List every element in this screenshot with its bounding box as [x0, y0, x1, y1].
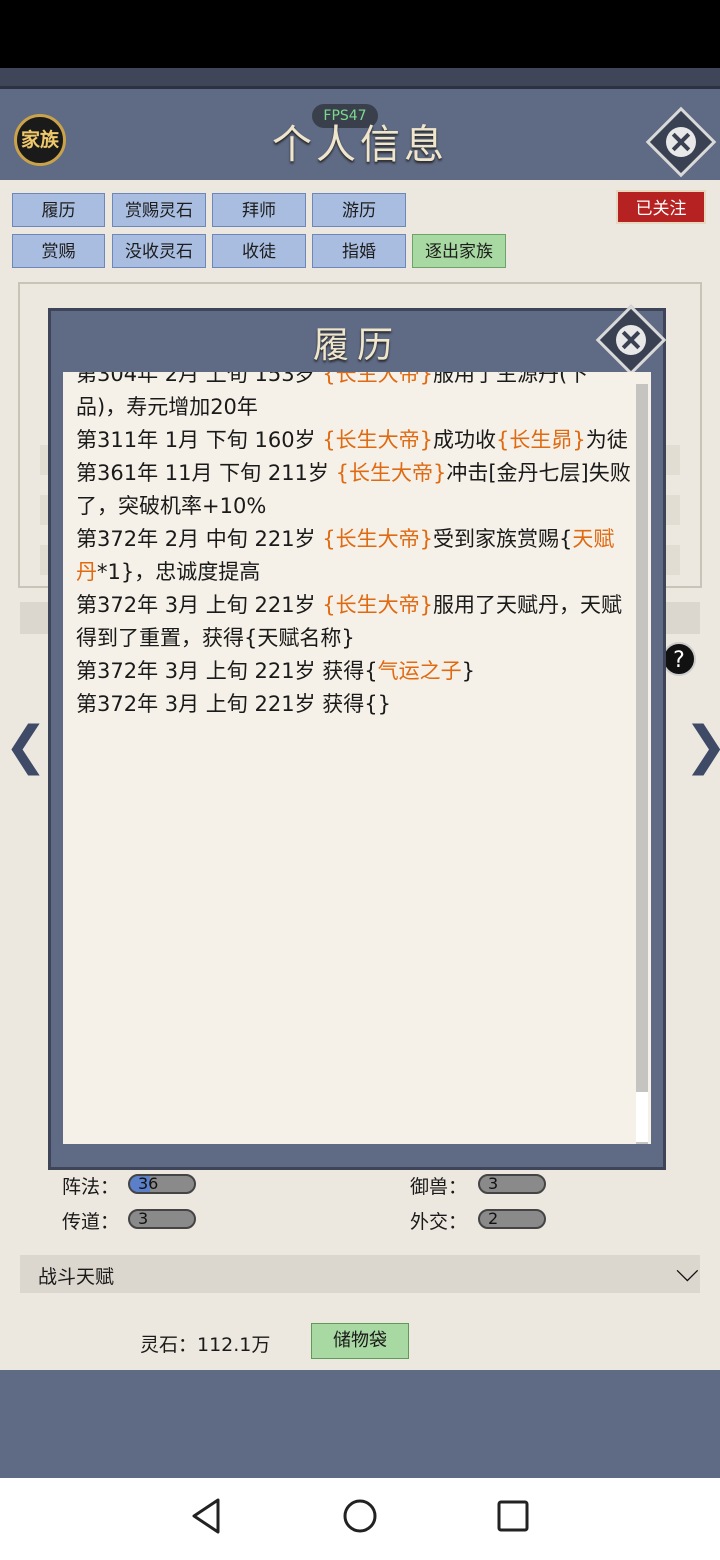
history-entry: 第372年 3月 上旬 221岁 获得{} — [76, 688, 631, 721]
entry-text: 受到家族赏赐{ — [432, 527, 573, 551]
formation-bar: 36 — [128, 1174, 196, 1194]
entry-text: 第372年 2月 中旬 221岁 — [76, 527, 323, 551]
storage-bag-button[interactable]: 储物袋 — [311, 1323, 409, 1359]
entry-text: 成功收 — [432, 428, 496, 452]
highlight-text: {长生大帝} — [322, 428, 433, 452]
highlight-text: {长生大帝} — [322, 593, 433, 617]
scrollbar-thumb[interactable] — [636, 1092, 648, 1142]
home-icon[interactable] — [342, 1496, 378, 1536]
highlight-text: 气运之子 — [377, 659, 462, 683]
highlight-text: {长生昴} — [495, 428, 586, 452]
scrollbar-track[interactable] — [636, 384, 648, 1144]
tab-take-disciple[interactable]: 收徒 — [212, 234, 306, 268]
diplomacy-label: 外交： — [410, 1211, 468, 1233]
status-area — [0, 0, 720, 68]
tab-reward-stones[interactable]: 赏赐灵石 — [112, 193, 206, 227]
modal-title: 履历 — [312, 325, 401, 366]
tab-travel[interactable]: 游历 — [312, 193, 406, 227]
recent-apps-icon[interactable] — [496, 1496, 530, 1536]
tab-confiscate-stones[interactable]: 没收灵石 — [112, 234, 206, 268]
expel-button[interactable]: 逐出家族 — [412, 234, 506, 268]
tab-apprentice[interactable]: 拜师 — [212, 193, 306, 227]
entry-text: 第311年 1月 下旬 160岁 — [76, 428, 323, 452]
beast-label: 御兽： — [410, 1176, 468, 1198]
help-icon[interactable]: ? — [662, 642, 696, 676]
spirit-stones-count: 灵石：112.1万 — [140, 1334, 271, 1356]
page-title: 个人信息 — [272, 122, 448, 168]
diplomacy-bar: 2 — [478, 1209, 546, 1229]
entry-text: 第361年 11月 下旬 211岁 — [76, 461, 336, 485]
tab-arrange-marriage[interactable]: 指婚 — [312, 234, 406, 268]
entry-text: *1}，忠诚度提高 — [97, 560, 261, 584]
highlight-text: {长生大帝} — [335, 461, 447, 485]
history-entry: 第372年 2月 中旬 221岁 {长生大帝}受到家族赏赐{天赋丹*1}，忠诚度… — [76, 523, 631, 589]
entry-text: 第372年 3月 上旬 221岁 获得{ — [76, 659, 378, 683]
entry-text: 第304年 2月 上旬 153岁 — [76, 372, 323, 386]
entry-text: 为徒 — [585, 428, 628, 452]
history-entry: 第304年 2月 上旬 153岁 {长生大帝}服用了生源丹(下品)，寿元增加20… — [76, 372, 631, 424]
entry-text: } — [461, 659, 475, 683]
clan-button[interactable]: 家族 — [14, 114, 66, 166]
entry-text: 第372年 3月 上旬 221岁 获得{} — [76, 692, 391, 716]
history-log[interactable]: 第304年 2月 上旬 153岁 {长生大帝}服用了生源丹(下品)，寿元增加20… — [63, 372, 651, 1144]
teaching-label: 传道： — [62, 1211, 120, 1233]
history-entry: 第372年 3月 上旬 221岁 获得{气运之子} — [76, 655, 631, 688]
tab-reward[interactable]: 赏赐 — [12, 234, 105, 268]
formation-label: 阵法： — [62, 1176, 120, 1198]
highlight-text: {长生大帝} — [322, 527, 433, 551]
entry-text: 第372年 3月 上旬 221岁 — [76, 593, 323, 617]
combat-talent-bar[interactable] — [20, 1255, 700, 1293]
combat-talent-label: 战斗天赋 — [38, 1266, 115, 1288]
highlight-text: {长生大帝} — [322, 372, 433, 386]
followed-badge[interactable]: 已关注 — [616, 190, 706, 224]
teaching-bar: 3 — [128, 1209, 196, 1229]
beast-bar: 3 — [478, 1174, 546, 1194]
chevron-right-icon[interactable]: ❯ — [684, 716, 720, 776]
bottom-band — [0, 1370, 720, 1478]
back-icon[interactable] — [190, 1496, 224, 1536]
chevron-down-icon[interactable]: ⌵ — [676, 1254, 699, 1289]
tab-history[interactable]: 履历 — [12, 193, 105, 227]
history-entry: 第311年 1月 下旬 160岁 {长生大帝}成功收{长生昴}为徒 — [76, 424, 631, 457]
history-entry: 第361年 11月 下旬 211岁 {长生大帝}冲击[金丹七层]失败了，突破机率… — [76, 457, 631, 523]
chevron-left-icon[interactable]: ❮ — [4, 716, 48, 776]
history-entry: 第372年 3月 上旬 221岁 {长生大帝}服用了天赋丹，天赋得到了重置，获得… — [76, 589, 631, 655]
